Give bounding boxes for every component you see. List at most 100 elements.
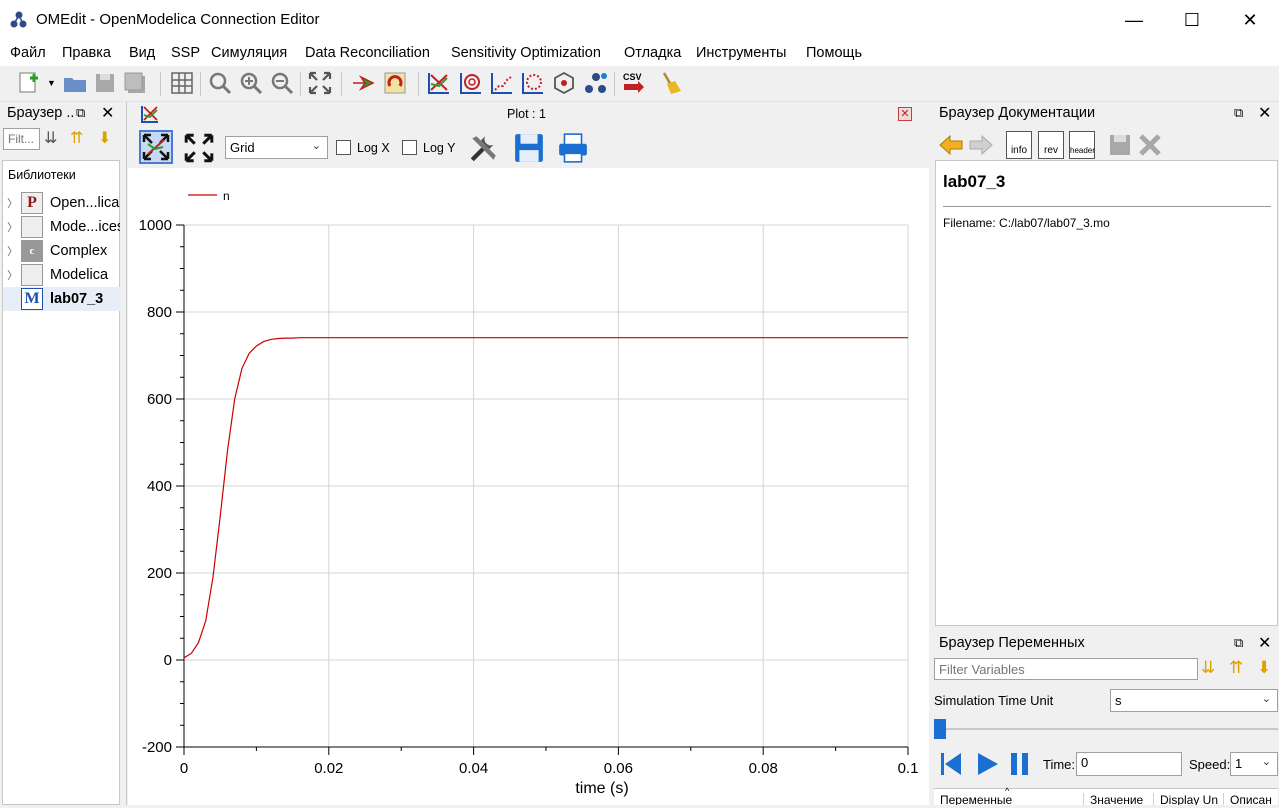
time-input[interactable]: 0	[1076, 752, 1182, 776]
grid-icon[interactable]	[169, 70, 195, 96]
menu-file[interactable]: Файл	[10, 45, 46, 61]
tree-item-complex[interactable]: 〉 c Complex	[3, 239, 121, 263]
chevron-right-icon[interactable]: 〉	[7, 267, 18, 283]
tree-item-modelica[interactable]: 〉 Modelica	[3, 263, 121, 287]
menu-debug[interactable]: Отладка	[624, 45, 681, 61]
save-icon[interactable]	[92, 70, 118, 96]
toolbar-separator	[300, 72, 301, 96]
new-file-icon[interactable]	[16, 70, 42, 96]
filter-variables-input[interactable]	[934, 658, 1198, 680]
library-tree: Библиотеки 〉 P Open...lica 〉 Mode...ices…	[2, 160, 121, 805]
divider	[943, 206, 1271, 207]
setup-tools-icon[interactable]	[468, 132, 500, 164]
tree-item-openmodelica[interactable]: 〉 P Open...lica	[3, 191, 121, 215]
column-header-display-unit[interactable]: Display Un	[1160, 793, 1224, 805]
chevron-right-icon[interactable]: 〉	[7, 195, 18, 211]
parametric-plot-icon[interactable]	[458, 70, 484, 96]
open-folder-icon[interactable]	[62, 70, 88, 96]
plot-canvas[interactable]: 0 0.02 0.04 0.06 0.08 0.1 -200 0 200 400 600 800 100…	[128, 168, 929, 805]
array-parametric-plot-icon[interactable]	[520, 70, 546, 96]
fit-to-window-icon[interactable]	[307, 70, 333, 96]
zoom-icon[interactable]	[207, 70, 233, 96]
export-csv-icon[interactable]: CSV	[621, 70, 647, 96]
zoom-out-icon[interactable]	[269, 70, 295, 96]
menu-simulation[interactable]: Симуляция	[211, 45, 287, 61]
arrow-down-icon[interactable]: ⬇	[1257, 658, 1271, 678]
zoom-in-icon[interactable]	[238, 70, 264, 96]
rewind-icon[interactable]	[939, 751, 963, 777]
check-model-icon[interactable]	[350, 70, 376, 96]
chevron-down-icon[interactable]: ▼	[47, 78, 56, 88]
log-x-checkbox[interactable]	[336, 140, 351, 155]
save-all-icon[interactable]	[122, 70, 148, 96]
arrow-down-icon[interactable]: ⬇	[98, 128, 111, 148]
back-arrow-icon[interactable]	[938, 132, 964, 158]
float-panel-icon[interactable]: ⧉	[76, 105, 85, 121]
expand-all-icon[interactable]: ⇈	[1229, 658, 1243, 678]
maximize-button[interactable]: ☐	[1180, 8, 1204, 32]
simulate-icon[interactable]	[382, 70, 408, 96]
library-filter-input[interactable]	[3, 128, 40, 150]
menu-view[interactable]: Вид	[129, 45, 155, 61]
discard-icon[interactable]	[1137, 132, 1163, 158]
tree-item-modelica-services[interactable]: 〉 Mode...ices	[3, 215, 121, 239]
menu-tools[interactable]: Инструменты	[696, 45, 786, 61]
close-panel-icon[interactable]: ✕	[101, 103, 114, 123]
collapse-all-icon[interactable]: ⇊	[44, 128, 57, 148]
column-header-description[interactable]: Описан	[1230, 793, 1278, 805]
save-icon[interactable]	[1107, 132, 1133, 158]
tree-item-lab07-3[interactable]: M lab07_3	[3, 287, 121, 311]
collapse-all-icon[interactable]: ⇊	[1201, 658, 1215, 678]
save-plot-icon[interactable]	[513, 132, 545, 164]
print-plot-icon[interactable]	[557, 132, 589, 164]
close-plot-button[interactable]: ✕	[898, 107, 912, 121]
y-tick-label: 400	[147, 478, 172, 495]
chevron-right-icon[interactable]: 〉	[7, 243, 18, 259]
menu-help[interactable]: Помощь	[806, 45, 862, 61]
network-icon[interactable]	[583, 70, 609, 96]
info-button[interactable]: info	[1006, 131, 1032, 159]
sim-time-unit-select[interactable]: s ⌄	[1110, 689, 1278, 712]
menu-ssp[interactable]: SSP	[171, 45, 200, 61]
series-line-n	[183, 337, 908, 659]
library-browser-title: Браузер ..	[7, 105, 75, 121]
plot-icon[interactable]	[426, 70, 452, 96]
header-button[interactable]: header	[1069, 131, 1095, 159]
clear-broom-icon[interactable]	[658, 70, 684, 96]
log-y-checkbox[interactable]	[402, 140, 417, 155]
time-slider-track[interactable]	[934, 728, 1278, 730]
forward-arrow-icon[interactable]	[968, 132, 994, 158]
minimize-button[interactable]: —	[1122, 8, 1146, 32]
menu-bar: Файл Правка Вид SSP Симуляция Data Recon…	[0, 40, 1279, 66]
tree-item-label: Mode...ices	[50, 219, 120, 235]
menu-data-reconciliation[interactable]: Data Reconciliation	[305, 45, 430, 61]
time-slider-handle[interactable]	[934, 719, 946, 739]
diagram-window-icon[interactable]	[551, 70, 577, 96]
speed-select[interactable]: 1 ⌄	[1230, 752, 1278, 776]
close-panel-icon[interactable]: ✕	[1258, 633, 1271, 653]
grid-select[interactable]: Grid ⌄	[225, 136, 328, 159]
float-panel-icon[interactable]: ⧉	[1234, 105, 1243, 121]
expand-all-icon[interactable]: ⇈	[70, 128, 83, 148]
y-tick-label: 800	[147, 304, 172, 321]
play-icon[interactable]	[976, 751, 1000, 777]
y-tick-label: 0	[164, 652, 172, 669]
y-tick-label: 1000	[139, 217, 172, 234]
column-header-value[interactable]: Значение	[1090, 793, 1154, 805]
info-button-label: info	[1010, 145, 1028, 156]
revisions-button[interactable]: rev	[1038, 131, 1064, 159]
header-button-label: header	[1070, 146, 1095, 155]
menu-edit[interactable]: Правка	[62, 45, 111, 61]
libraries-section-label: Библиотеки	[8, 168, 76, 182]
close-button[interactable]: ✕	[1238, 8, 1262, 32]
menu-sensitivity-optimization[interactable]: Sensitivity Optimization	[451, 45, 601, 61]
pause-icon[interactable]	[1008, 751, 1032, 777]
chart: 0 0.02 0.04 0.06 0.08 0.1 -200 0 200 400 600 800 100…	[139, 189, 919, 797]
fit-in-view-button[interactable]	[139, 130, 173, 164]
array-plot-icon[interactable]	[489, 70, 515, 96]
zoom-extents-icon[interactable]	[183, 132, 215, 164]
column-header-variables[interactable]: Переменные	[940, 793, 1084, 805]
chevron-right-icon[interactable]: 〉	[7, 219, 18, 235]
float-panel-icon[interactable]: ⧉	[1234, 635, 1243, 651]
close-panel-icon[interactable]: ✕	[1258, 103, 1271, 123]
